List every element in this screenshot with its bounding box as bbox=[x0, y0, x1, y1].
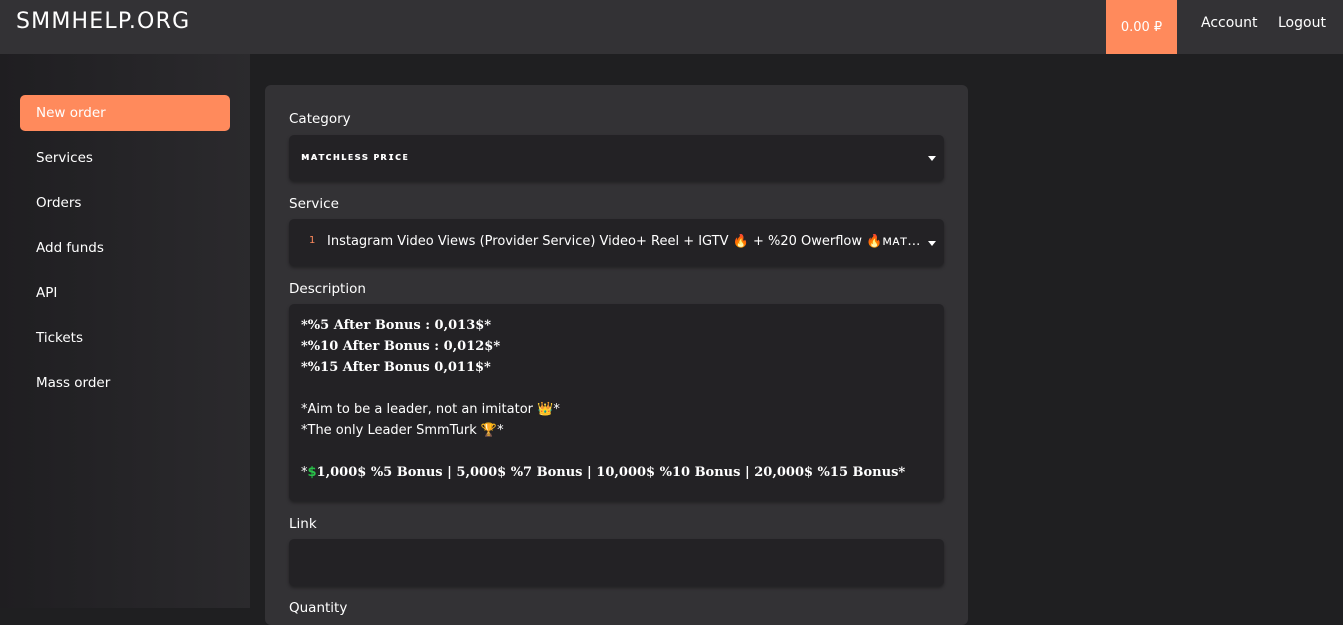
description-line: *Aim to be a leader, not an imitator 👑* bbox=[301, 402, 560, 417]
chevron-down-icon bbox=[928, 156, 936, 161]
sidebar-item-label: Tickets bbox=[36, 330, 83, 346]
sidebar-item-new-order[interactable]: New order bbox=[20, 95, 230, 131]
category-label: Category bbox=[289, 111, 351, 127]
account-link[interactable]: Account bbox=[1201, 15, 1258, 31]
sidebar-item-label: Mass order bbox=[36, 375, 111, 391]
description-line: *%10 After Bonus : 0,012$* bbox=[301, 339, 501, 354]
service-number: 1 bbox=[309, 235, 316, 246]
description-panel: *%5 After Bonus : 0,013$* *%10 After Bon… bbox=[289, 304, 944, 501]
logout-link[interactable]: Logout bbox=[1278, 15, 1326, 31]
service-selected-value: Instagram Video Views (Provider Service)… bbox=[327, 234, 923, 249]
dollar-icon: $ bbox=[307, 465, 317, 480]
sidebar-item-tickets[interactable]: Tickets bbox=[20, 320, 230, 356]
category-selected-value: ᴍᴀᴛᴄʜʟᴇss ᴘʀɪᴄᴇ bbox=[301, 151, 410, 163]
sidebar-item-label: Services bbox=[36, 150, 93, 166]
description-bonus-line: *$1,000$ %5 Bonus | 5,000$ %7 Bonus | 10… bbox=[301, 465, 905, 480]
balance-value: 0.00 ₽ bbox=[1120, 19, 1163, 35]
category-select[interactable]: ᴍᴀᴛᴄʜʟᴇss ᴘʀɪᴄᴇ bbox=[289, 135, 944, 181]
balance-badge[interactable]: 0.00 ₽ bbox=[1106, 0, 1177, 54]
description-line: *%5 After Bonus : 0,013$* bbox=[301, 318, 492, 333]
sidebar-item-label: Orders bbox=[36, 195, 82, 211]
site-logo[interactable]: SMMHELP.ORG bbox=[16, 9, 190, 34]
service-select[interactable]: 1 Instagram Video Views (Provider Servic… bbox=[289, 219, 944, 266]
description-label: Description bbox=[289, 281, 366, 297]
sidebar-item-orders[interactable]: Orders bbox=[20, 185, 230, 221]
description-line: *The only Leader SmmTurk 🏆* bbox=[301, 423, 504, 438]
sidebar-item-label: Add funds bbox=[36, 240, 104, 256]
bonus-tiers-text: 1,000$ %5 Bonus | 5,000$ %7 Bonus | 10,0… bbox=[316, 465, 906, 480]
sidebar-item-mass-order[interactable]: Mass order bbox=[20, 365, 230, 401]
link-input[interactable] bbox=[289, 539, 944, 586]
top-navbar: SMMHELP.ORG 0.00 ₽ Account Logout bbox=[0, 0, 1343, 54]
sidebar-item-label: New order bbox=[36, 105, 106, 121]
quantity-label: Quantity bbox=[289, 600, 348, 616]
service-label: Service bbox=[289, 196, 339, 212]
sidebar-item-services[interactable]: Services bbox=[20, 140, 230, 176]
sidebar-item-add-funds[interactable]: Add funds bbox=[20, 230, 230, 266]
link-label: Link bbox=[289, 516, 317, 532]
sidebar-item-label: API bbox=[36, 285, 58, 301]
sidebar-item-api[interactable]: API bbox=[20, 275, 230, 311]
chevron-down-icon bbox=[928, 241, 936, 246]
description-line: *%15 After Bonus 0,011$* bbox=[301, 360, 491, 375]
